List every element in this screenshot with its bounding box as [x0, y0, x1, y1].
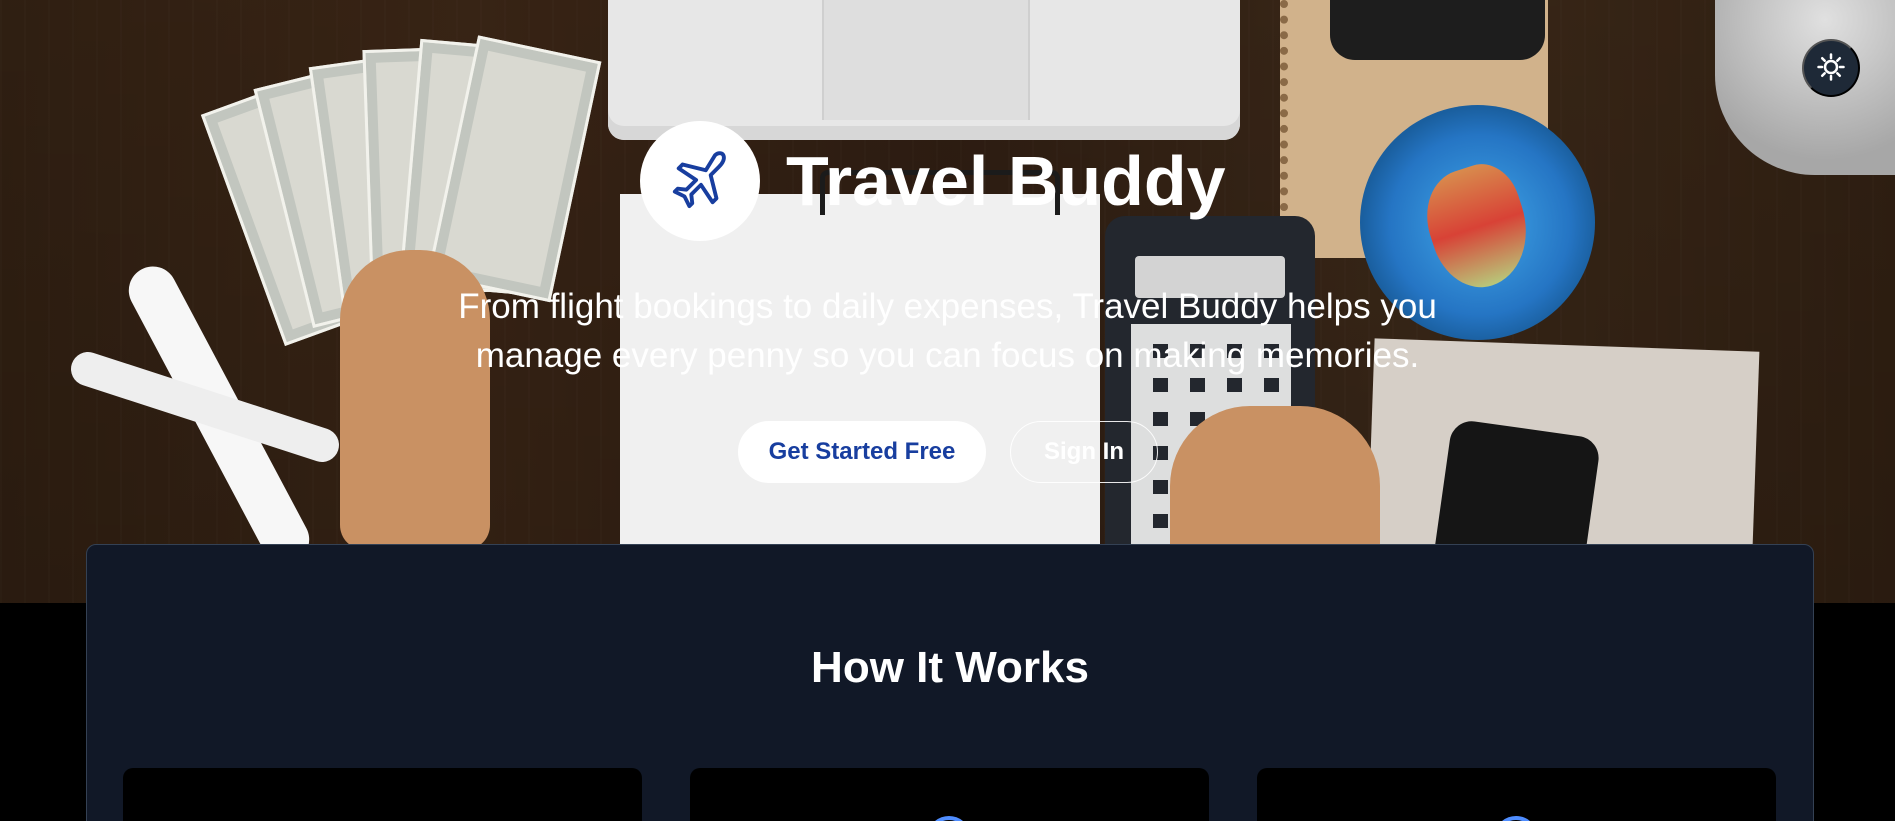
step-card: 1: [123, 768, 642, 821]
step-card: [1257, 768, 1776, 821]
hero-content: Travel Buddy From flight bookings to dai…: [0, 0, 1895, 603]
brand-header: Travel Buddy: [640, 121, 1226, 241]
page-title: Travel Buddy: [786, 142, 1226, 220]
brand-logo: [640, 121, 760, 241]
sun-icon: [1816, 52, 1846, 85]
hero-actions: Get Started Free Sign In: [738, 421, 1158, 483]
circle-icon: [927, 816, 971, 821]
number-one-icon: 1: [375, 816, 419, 821]
get-started-button[interactable]: Get Started Free: [738, 421, 986, 483]
theme-toggle-button[interactable]: [1802, 39, 1860, 97]
how-it-works-section: How It Works 1: [86, 544, 1814, 821]
circle-icon: [1494, 816, 1538, 821]
how-it-works-title: How It Works: [811, 643, 1089, 692]
hero-subtitle: From flight bookings to daily expenses, …: [458, 287, 1437, 375]
landing-page: Travel Buddy From flight bookings to dai…: [0, 0, 1895, 821]
step-card: [690, 768, 1209, 821]
airplane-icon: [669, 148, 731, 215]
sign-in-button[interactable]: Sign In: [1010, 421, 1158, 483]
